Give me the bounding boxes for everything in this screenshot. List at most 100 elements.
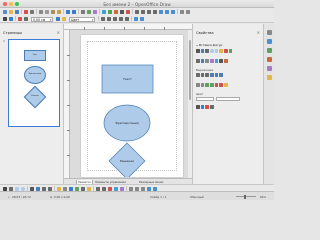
insert-image-icon[interactable] (102, 9, 106, 14)
align-left-icon[interactable] (196, 73, 200, 77)
close-icon[interactable]: × (257, 30, 260, 35)
image-icon[interactable] (114, 186, 118, 191)
glue-points-icon[interactable] (102, 186, 106, 191)
horizontal-ruler[interactable] (64, 24, 192, 30)
scrollbar-thumb[interactable] (189, 40, 191, 100)
ellipse-shape[interactable]: Фрагментация (103, 104, 151, 142)
align-bottom-icon[interactable] (219, 73, 223, 77)
flip-vertical-icon[interactable] (214, 83, 219, 87)
shadow-effect-icon[interactable] (153, 186, 157, 191)
basic-shapes-icon[interactable] (57, 186, 61, 191)
paste-icon[interactable] (51, 9, 55, 14)
properties-icon[interactable] (267, 39, 272, 44)
copy-icon[interactable] (45, 9, 49, 14)
text-icon[interactable] (30, 186, 34, 191)
align-icon[interactable] (141, 9, 145, 14)
stars-icon[interactable] (210, 59, 214, 63)
symbol-shapes-icon[interactable] (63, 186, 67, 191)
align-objects-icon[interactable] (129, 186, 133, 191)
ellipse-icon[interactable] (210, 49, 214, 53)
align-right-icon[interactable] (205, 73, 209, 77)
new-document-icon[interactable] (3, 9, 7, 14)
line-width-icon[interactable] (200, 105, 205, 109)
insert-chart-icon[interactable] (108, 9, 112, 14)
color-dropdown[interactable] (216, 97, 240, 101)
arrow-style-icon[interactable] (24, 17, 28, 21)
select-arrow-icon[interactable] (3, 17, 7, 21)
rectangle-icon[interactable] (15, 186, 19, 191)
rotate-shape-icon[interactable] (224, 83, 228, 87)
insert-shapes-section[interactable]: Вставка фигур (196, 43, 222, 47)
open-folder-icon[interactable] (9, 9, 13, 14)
redo-icon[interactable] (72, 9, 76, 14)
ellipse-icon[interactable] (21, 186, 25, 191)
polygon-icon[interactable] (205, 49, 209, 53)
page-thumbnail[interactable]: Текст Фрагментация Решение (8, 39, 60, 127)
export-pdf-icon[interactable] (24, 9, 28, 14)
print-icon[interactable] (30, 9, 34, 14)
undo-icon[interactable] (66, 9, 70, 14)
insert-fontwork-icon[interactable] (126, 9, 130, 14)
save-icon[interactable] (15, 9, 19, 14)
callouts-icon[interactable] (81, 186, 85, 191)
stars-icon[interactable] (87, 186, 91, 191)
functions-icon[interactable] (267, 75, 272, 80)
fill-style-dropdown[interactable]: Цвет ▾ (69, 16, 95, 22)
connector-icon[interactable] (42, 186, 46, 191)
rectangle-icon[interactable] (214, 49, 219, 53)
line-icon[interactable] (196, 49, 200, 53)
gallery-icon[interactable] (267, 57, 272, 62)
flowchart-icon[interactable] (75, 186, 79, 191)
distribute-icon[interactable] (153, 9, 157, 14)
cut-icon[interactable] (39, 9, 43, 14)
line-width-field[interactable]: 0,00 см ▾ (31, 16, 53, 22)
crop-icon[interactable] (165, 9, 169, 14)
clone-formatting-icon[interactable] (57, 9, 61, 14)
lines-arrows-icon[interactable] (48, 186, 52, 191)
grid-icon[interactable] (81, 9, 85, 14)
bring-front-icon[interactable] (196, 83, 200, 87)
star-icon[interactable] (219, 49, 223, 53)
points-icon[interactable] (96, 186, 100, 191)
shadow-icon[interactable] (159, 9, 163, 14)
text-icon[interactable] (224, 59, 228, 63)
align-center-icon[interactable] (200, 73, 205, 77)
ungroup-icon[interactable] (125, 17, 129, 21)
zoom-pan-icon[interactable] (93, 9, 97, 14)
rotate-icon[interactable] (107, 17, 111, 21)
zoom-slider[interactable] (236, 196, 256, 197)
block-arrows-icon[interactable] (69, 186, 73, 191)
connector-icon[interactable] (219, 59, 223, 63)
symbol-shapes-icon[interactable] (200, 59, 205, 63)
line-icon[interactable] (9, 186, 13, 191)
align-top-icon[interactable] (210, 73, 214, 77)
flowchart-icon[interactable] (228, 49, 233, 53)
area-fill-icon[interactable] (56, 17, 60, 21)
line-style-icon[interactable] (196, 105, 200, 109)
menu-icon[interactable] (267, 30, 272, 35)
curve-icon[interactable] (200, 49, 205, 53)
arrange-icon[interactable] (147, 9, 151, 14)
extrusion-toggle-icon[interactable] (120, 186, 124, 191)
flip-horizontal-icon[interactable] (219, 83, 223, 87)
line-color-icon[interactable] (18, 17, 22, 21)
insert-table-icon[interactable] (114, 9, 118, 14)
rectangle-shape[interactable]: Текст (101, 64, 154, 94)
styles-icon[interactable] (267, 48, 272, 53)
block-arrows-icon[interactable] (205, 59, 209, 63)
line-style-icon[interactable] (9, 17, 13, 21)
group-objects-icon[interactable] (141, 186, 145, 191)
flip-icon[interactable] (113, 17, 117, 21)
group-icon[interactable] (119, 17, 123, 21)
forward-one-icon[interactable] (205, 83, 209, 87)
navigator-icon[interactable] (267, 66, 272, 71)
select-icon[interactable] (3, 186, 7, 191)
3d-objects-icon[interactable] (214, 59, 219, 63)
fill-color-icon[interactable] (62, 17, 66, 21)
diamond-shape[interactable]: Решение (108, 142, 146, 177)
arrange-objects-icon[interactable] (135, 186, 139, 191)
vertical-ruler[interactable] (64, 30, 70, 178)
shadow-toggle-icon[interactable] (101, 17, 105, 21)
fontwork-icon[interactable] (108, 186, 112, 191)
position-size-icon[interactable] (134, 17, 138, 21)
